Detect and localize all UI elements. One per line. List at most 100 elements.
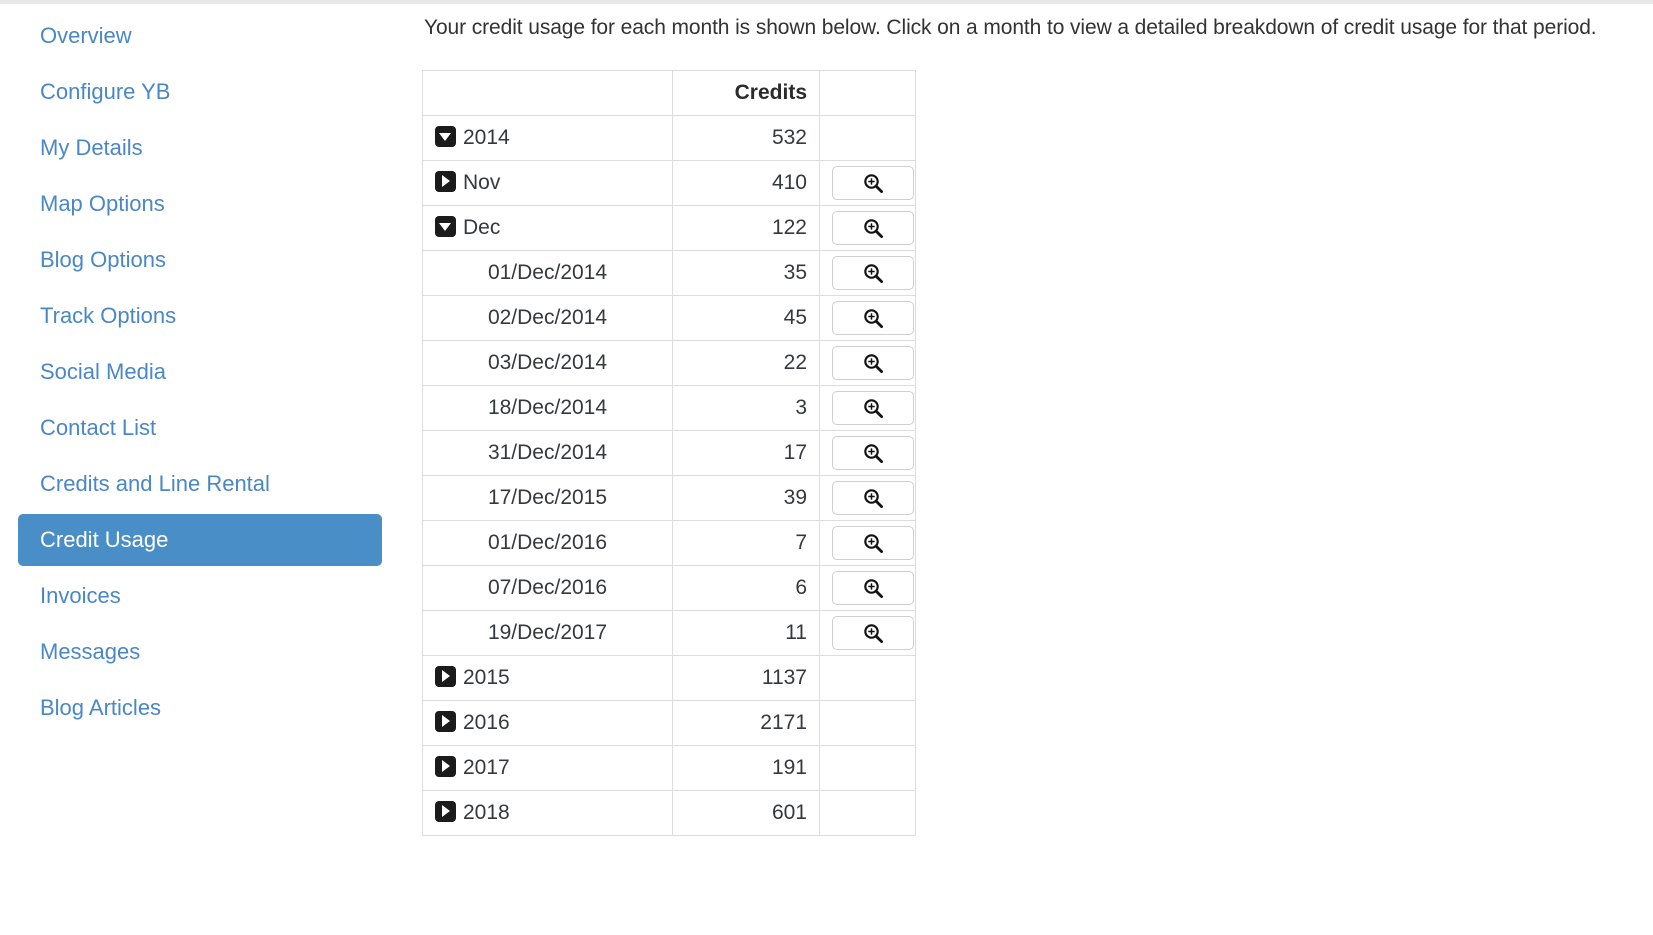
sidebar-item-credit-usage[interactable]: Credit Usage bbox=[18, 514, 382, 566]
table-row[interactable]: 2017 191 bbox=[422, 745, 916, 791]
row-label-cell: 07/Dec/2016 bbox=[422, 565, 673, 611]
sidebar-item-invoices[interactable]: Invoices bbox=[18, 570, 382, 622]
row-label: 03/Dec/2014 bbox=[487, 351, 608, 374]
table-row[interactable]: 03/Dec/2014 22 bbox=[422, 340, 916, 386]
row-action-cell bbox=[819, 655, 916, 701]
sidebar-item-contact-list[interactable]: Contact List bbox=[18, 402, 382, 454]
view-breakdown-button[interactable] bbox=[832, 256, 914, 290]
zoom-in-icon bbox=[864, 534, 884, 554]
row-label-cell: 01/Dec/2016 bbox=[422, 520, 673, 566]
sidebar-nav: Overview Configure YB My Details Map Option… bbox=[0, 6, 400, 738]
row-label-cell: 2015 bbox=[422, 655, 673, 701]
row-label: Dec bbox=[463, 216, 501, 239]
row-action-cell bbox=[819, 430, 916, 476]
zoom-in-icon bbox=[864, 444, 884, 464]
sidebar-item-blog-articles[interactable]: Blog Articles bbox=[18, 682, 382, 734]
triangle-right-icon[interactable] bbox=[435, 801, 456, 822]
credit-usage-table: Credits 2014 532 Nov 410 Dec 122 01/Dec/2014 35… bbox=[422, 70, 916, 836]
table-row[interactable]: 02/Dec/2014 45 bbox=[422, 295, 916, 341]
table-row[interactable]: 31/Dec/2014 17 bbox=[422, 430, 916, 476]
row-action-cell bbox=[819, 340, 916, 386]
zoom-in-icon bbox=[864, 489, 884, 509]
triangle-right-icon[interactable] bbox=[435, 171, 456, 192]
row-label-cell: 2017 bbox=[422, 745, 673, 791]
row-action-cell bbox=[819, 295, 916, 341]
table-row[interactable]: 2014 532 bbox=[422, 115, 916, 161]
main-content: Your credit usage for each month is show… bbox=[422, 0, 1653, 836]
zoom-in-icon bbox=[864, 219, 884, 239]
table-row[interactable]: 19/Dec/2017 11 bbox=[422, 610, 916, 656]
row-label-cell: Nov bbox=[422, 160, 673, 206]
row-label-cell: 01/Dec/2014 bbox=[422, 250, 673, 296]
row-credits-value: 122 bbox=[672, 205, 820, 251]
row-action-cell bbox=[819, 610, 916, 656]
row-label: 07/Dec/2016 bbox=[487, 576, 608, 599]
row-action-cell bbox=[819, 115, 916, 161]
triangle-down-icon[interactable] bbox=[435, 216, 456, 237]
table-row[interactable]: 01/Dec/2016 7 bbox=[422, 520, 916, 566]
row-label: Nov bbox=[463, 171, 501, 194]
table-row[interactable]: 07/Dec/2016 6 bbox=[422, 565, 916, 611]
table-row[interactable]: 17/Dec/2015 39 bbox=[422, 475, 916, 521]
page-intro-text: Your credit usage for each month is show… bbox=[424, 16, 1597, 39]
zoom-in-icon bbox=[864, 624, 884, 644]
sidebar-item-map-options[interactable]: Map Options bbox=[18, 178, 382, 230]
row-label: 01/Dec/2016 bbox=[487, 531, 608, 554]
sidebar-item-social-media[interactable]: Social Media bbox=[18, 346, 382, 398]
triangle-down-icon[interactable] bbox=[435, 126, 456, 147]
row-label: 2016 bbox=[463, 711, 510, 734]
row-action-cell bbox=[819, 205, 916, 251]
sidebar-item-blog-options[interactable]: Blog Options bbox=[18, 234, 382, 286]
table-row[interactable]: 2018 601 bbox=[422, 790, 916, 836]
row-label-cell: 18/Dec/2014 bbox=[422, 385, 673, 431]
row-label: 2018 bbox=[463, 801, 510, 824]
row-label-cell: Dec bbox=[422, 205, 673, 251]
triangle-right-icon[interactable] bbox=[435, 756, 456, 777]
sidebar-item-credits-and-line-rental[interactable]: Credits and Line Rental bbox=[18, 458, 382, 510]
row-action-cell bbox=[819, 385, 916, 431]
row-credits-value: 11 bbox=[672, 610, 820, 656]
table-row[interactable]: Nov 410 bbox=[422, 160, 916, 206]
zoom-in-icon bbox=[864, 399, 884, 419]
row-label-cell: 2014 bbox=[422, 115, 673, 161]
sidebar-item-overview[interactable]: Overview bbox=[18, 10, 382, 62]
table-row[interactable]: 2016 2171 bbox=[422, 700, 916, 746]
row-credits-value: 3 bbox=[672, 385, 820, 431]
view-breakdown-button[interactable] bbox=[832, 436, 914, 470]
row-label-cell: 2018 bbox=[422, 790, 673, 836]
view-breakdown-button[interactable] bbox=[832, 526, 914, 560]
table-row[interactable]: 18/Dec/2014 3 bbox=[422, 385, 916, 431]
sidebar-item-my-details[interactable]: My Details bbox=[18, 122, 382, 174]
row-action-cell bbox=[819, 475, 916, 521]
credit-usage-page: Overview Configure YB My Details Map Option… bbox=[0, 0, 1653, 935]
view-breakdown-button[interactable] bbox=[832, 481, 914, 515]
row-label-cell: 03/Dec/2014 bbox=[422, 340, 673, 386]
row-credits-value: 22 bbox=[672, 340, 820, 386]
table-row[interactable]: Dec 122 bbox=[422, 205, 916, 251]
row-label: 02/Dec/2014 bbox=[487, 306, 608, 329]
row-label: 2014 bbox=[463, 126, 510, 149]
row-label: 31/Dec/2014 bbox=[487, 441, 608, 464]
view-breakdown-button[interactable] bbox=[832, 616, 914, 650]
view-breakdown-button[interactable] bbox=[832, 166, 914, 200]
triangle-right-icon[interactable] bbox=[435, 666, 456, 687]
view-breakdown-button[interactable] bbox=[832, 571, 914, 605]
view-breakdown-button[interactable] bbox=[832, 211, 914, 245]
view-breakdown-button[interactable] bbox=[832, 391, 914, 425]
table-row[interactable]: 2015 1137 bbox=[422, 655, 916, 701]
row-credits-value: 7 bbox=[672, 520, 820, 566]
row-label: 19/Dec/2017 bbox=[487, 621, 608, 644]
zoom-in-icon bbox=[864, 174, 884, 194]
row-label: 17/Dec/2015 bbox=[487, 486, 608, 509]
sidebar-item-track-options[interactable]: Track Options bbox=[18, 290, 382, 342]
table-row[interactable]: 01/Dec/2014 35 bbox=[422, 250, 916, 296]
row-credits-value: 191 bbox=[672, 745, 820, 791]
view-breakdown-button[interactable] bbox=[832, 346, 914, 380]
triangle-right-icon[interactable] bbox=[435, 711, 456, 732]
column-header-credits: Credits bbox=[672, 70, 820, 116]
zoom-in-icon bbox=[864, 264, 884, 284]
row-credits-value: 1137 bbox=[672, 655, 820, 701]
sidebar-item-messages[interactable]: Messages bbox=[18, 626, 382, 678]
sidebar-item-configure-yb[interactable]: Configure YB bbox=[18, 66, 382, 118]
view-breakdown-button[interactable] bbox=[832, 301, 914, 335]
